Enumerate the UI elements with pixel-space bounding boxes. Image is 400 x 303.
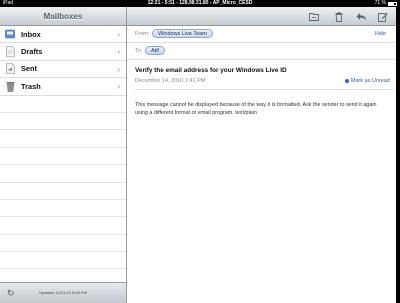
inbox-icon	[5, 29, 15, 40]
screen-bezel	[396, 7, 400, 303]
trash-icon[interactable]	[333, 11, 345, 22]
unread-dot-icon	[344, 79, 349, 83]
from-sender-chip[interactable]: Windows Live Team	[152, 29, 213, 38]
mailboxes-sidebar: Mailboxes Inbox › Drafts › Sent › Trash …	[0, 7, 127, 303]
empty-row	[0, 217, 126, 235]
sidebar-item-label: Sent	[21, 64, 38, 74]
battery-percent: 71 %	[374, 0, 386, 6]
empty-row	[0, 165, 126, 183]
battery-indicator: 71 %	[375, 0, 397, 7]
sent-icon	[5, 63, 15, 75]
trash-icon	[5, 81, 15, 92]
chevron-right-icon: ›	[117, 47, 120, 57]
empty-row	[0, 200, 126, 218]
sidebar-title: Mailboxes	[0, 7, 126, 26]
updated-timestamp: Updated 12/21/10 5:58 PM	[39, 290, 87, 295]
sidebar-item-label: Drafts	[21, 47, 43, 57]
sidebar-item-inbox[interactable]: Inbox ›	[0, 26, 126, 44]
message-subject: Verify the email address for your Window…	[135, 67, 287, 74]
to-recipient-chip[interactable]: Atif	[145, 46, 165, 55]
sidebar-item-trash[interactable]: Trash ›	[0, 78, 126, 96]
mark-unread-label: Mark as Unread	[350, 78, 390, 84]
chevron-right-icon: ›	[117, 64, 120, 74]
empty-row	[0, 113, 126, 131]
sidebar-footer: ↻ Updated 12/21/10 5:58 PM	[0, 282, 126, 303]
message-body: This message cannot be displayed because…	[135, 102, 377, 116]
divider	[135, 89, 394, 90]
mark-unread-button[interactable]: Mark as Unread	[344, 78, 390, 84]
empty-row	[0, 235, 126, 253]
sidebar-item-label: Trash	[21, 81, 41, 91]
status-bar: iPad 12:21 - 5:51 - 128.98.31.80 - AP_Mi…	[0, 0, 400, 7]
sidebar-item-drafts[interactable]: Drafts ›	[0, 43, 126, 61]
message-toolbar	[127, 7, 400, 26]
empty-row	[0, 252, 126, 270]
status-center-text: 12:21 - 5:51 - 128.98.31.80 - AP_Micro_C…	[147, 0, 253, 6]
mailbox-list: Inbox › Drafts › Sent › Trash ›	[0, 26, 126, 287]
from-label: From:	[135, 31, 150, 37]
chevron-right-icon: ›	[117, 82, 120, 92]
battery-icon	[388, 1, 397, 6]
message-date: December 14, 2010 1:41 PM	[135, 78, 206, 84]
drafts-icon	[5, 46, 15, 57]
empty-row	[0, 130, 126, 148]
from-row: From: Windows Live Team Hide	[127, 26, 400, 43]
hide-details-link[interactable]: Hide	[375, 31, 386, 37]
sidebar-item-label: Inbox	[21, 29, 41, 39]
to-row: To: Atif	[127, 43, 400, 60]
empty-row	[0, 96, 126, 113]
reply-icon[interactable]	[355, 11, 367, 22]
empty-row	[0, 148, 126, 166]
message-pane: From: Windows Live Team Hide To: Atif Ve…	[127, 7, 400, 303]
empty-row	[0, 183, 126, 200]
folder-icon[interactable]	[308, 11, 320, 22]
sidebar-item-sent[interactable]: Sent ›	[0, 61, 126, 79]
compose-icon[interactable]	[377, 11, 389, 22]
chevron-right-icon: ›	[117, 30, 120, 39]
to-label: To:	[135, 48, 143, 54]
